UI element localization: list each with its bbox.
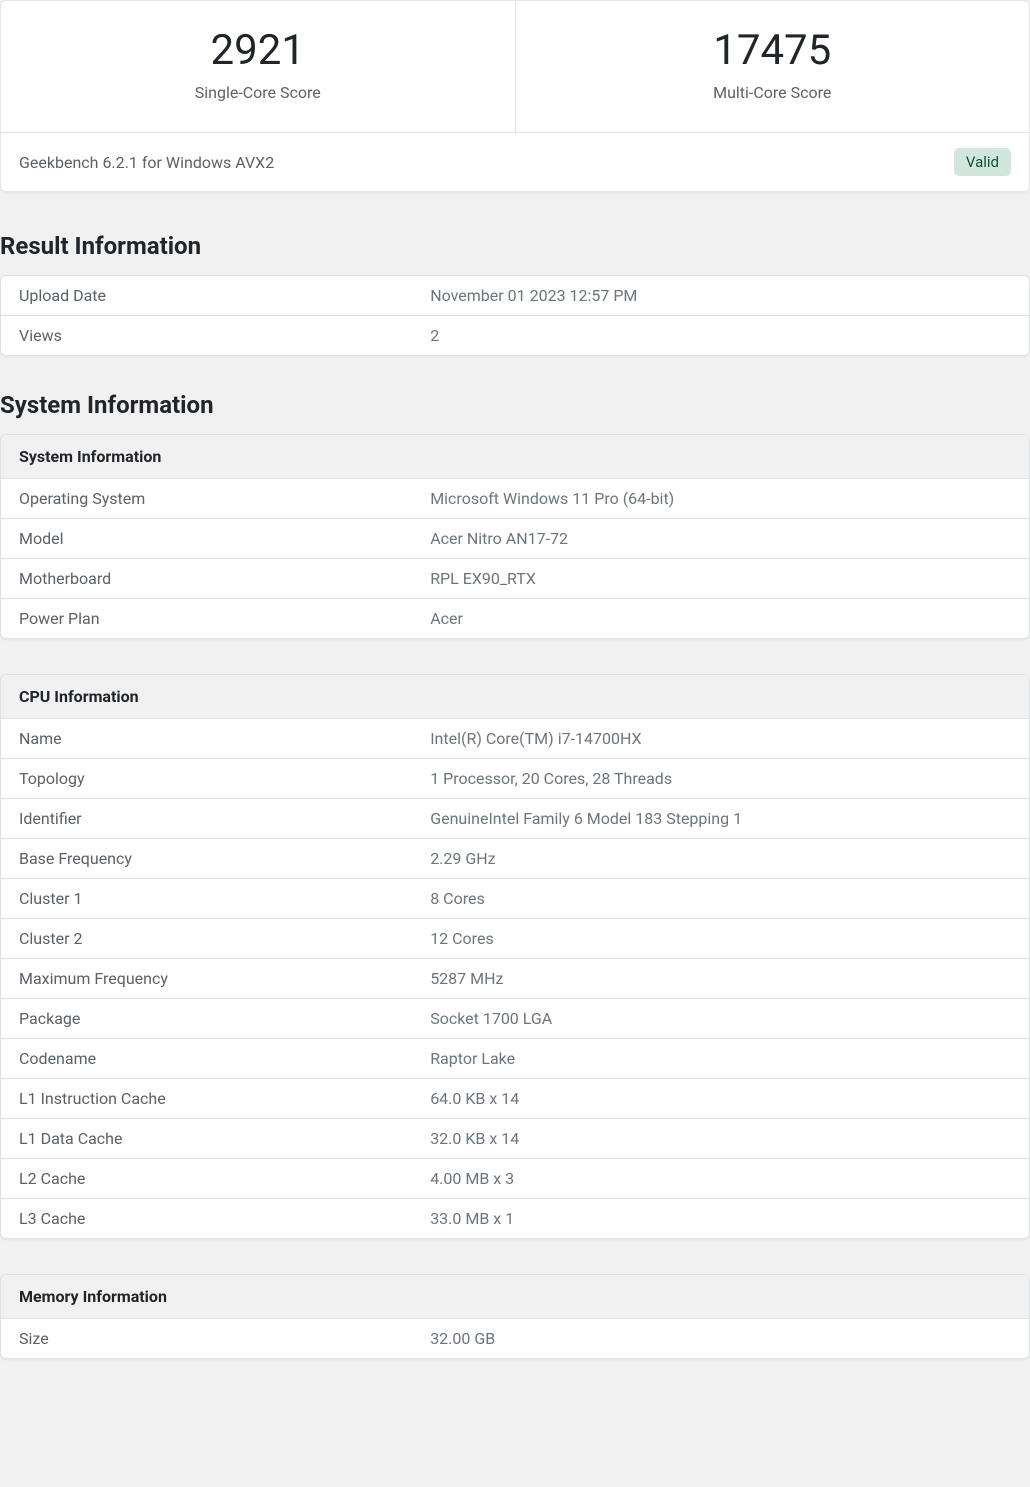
table-row: L1 Instruction Cache64.0 KB x 14	[1, 1079, 1029, 1119]
result-info-heading: Result Information	[0, 232, 1030, 260]
table-row: Size32.00 GB	[1, 1319, 1029, 1358]
row-value: RPL EX90_RTX	[412, 559, 1029, 599]
row-value: 2	[412, 316, 1029, 355]
row-key: L1 Data Cache	[1, 1119, 412, 1159]
table-row: ModelAcer Nitro AN17-72	[1, 519, 1029, 559]
row-value: 4.00 MB x 3	[412, 1159, 1029, 1199]
row-key: Views	[1, 316, 412, 355]
row-value: 2.29 GHz	[412, 839, 1029, 879]
table-row: IdentifierGenuineIntel Family 6 Model 18…	[1, 799, 1029, 839]
row-key: Identifier	[1, 799, 412, 839]
table-row: Views2	[1, 316, 1029, 355]
table-row: Cluster 212 Cores	[1, 919, 1029, 959]
version-text: Geekbench 6.2.1 for Windows AVX2	[19, 153, 274, 172]
row-value: 64.0 KB x 14	[412, 1079, 1029, 1119]
system-info-heading: System Information	[0, 391, 1030, 419]
cpu-info-body: NameIntel(R) Core(TM) i7-14700HXTopology…	[1, 719, 1029, 1238]
result-info-table: Upload DateNovember 01 2023 12:57 PMView…	[0, 275, 1030, 356]
row-value: Acer Nitro AN17-72	[412, 519, 1029, 559]
row-value: Raptor Lake	[412, 1039, 1029, 1079]
row-key: Size	[1, 1319, 412, 1358]
row-key: Motherboard	[1, 559, 412, 599]
row-value: Acer	[412, 599, 1029, 638]
table-row: L3 Cache33.0 MB x 1	[1, 1199, 1029, 1238]
row-value: 5287 MHz	[412, 959, 1029, 999]
row-key: Base Frequency	[1, 839, 412, 879]
row-value: Intel(R) Core(TM) i7-14700HX	[412, 719, 1029, 759]
system-info-body: Operating SystemMicrosoft Windows 11 Pro…	[1, 479, 1029, 638]
row-key: Topology	[1, 759, 412, 799]
table-row: MotherboardRPL EX90_RTX	[1, 559, 1029, 599]
table-row: L1 Data Cache32.0 KB x 14	[1, 1119, 1029, 1159]
row-key: Maximum Frequency	[1, 959, 412, 999]
valid-badge: Valid	[954, 148, 1011, 176]
row-value: November 01 2023 12:57 PM	[412, 276, 1029, 316]
table-row: Operating SystemMicrosoft Windows 11 Pro…	[1, 479, 1029, 519]
table-row: PackageSocket 1700 LGA	[1, 999, 1029, 1039]
row-value: Socket 1700 LGA	[412, 999, 1029, 1039]
row-key: Power Plan	[1, 599, 412, 638]
result-info-body: Upload DateNovember 01 2023 12:57 PMView…	[1, 276, 1029, 355]
row-value: Microsoft Windows 11 Pro (64-bit)	[412, 479, 1029, 519]
multi-core-score-box: 17475 Multi-Core Score	[516, 1, 1030, 132]
scores-container: 2921 Single-Core Score 17475 Multi-Core …	[0, 0, 1030, 133]
row-key: Package	[1, 999, 412, 1039]
row-key: L2 Cache	[1, 1159, 412, 1199]
cpu-info-header: CPU Information	[1, 675, 1029, 719]
single-core-score-label: Single-Core Score	[21, 83, 495, 102]
row-key: Model	[1, 519, 412, 559]
row-key: Operating System	[1, 479, 412, 519]
multi-core-score-label: Multi-Core Score	[536, 83, 1010, 102]
row-key: Name	[1, 719, 412, 759]
memory-info-table: Memory Information Size32.00 GB	[0, 1274, 1030, 1359]
table-row: L2 Cache4.00 MB x 3	[1, 1159, 1029, 1199]
cpu-info-table: CPU Information NameIntel(R) Core(TM) i7…	[0, 674, 1030, 1239]
row-value: GenuineIntel Family 6 Model 183 Stepping…	[412, 799, 1029, 839]
row-key: Codename	[1, 1039, 412, 1079]
single-core-score-value: 2921	[21, 26, 495, 75]
row-value: 32.00 GB	[412, 1319, 1029, 1358]
table-row: Base Frequency2.29 GHz	[1, 839, 1029, 879]
row-key: L3 Cache	[1, 1199, 412, 1238]
single-core-score-box: 2921 Single-Core Score	[1, 1, 516, 132]
table-row: Power PlanAcer	[1, 599, 1029, 638]
row-key: Cluster 2	[1, 919, 412, 959]
row-key: Cluster 1	[1, 879, 412, 919]
system-info-table: System Information Operating SystemMicro…	[0, 434, 1030, 639]
memory-info-header: Memory Information	[1, 1275, 1029, 1319]
system-info-header: System Information	[1, 435, 1029, 479]
row-value: 32.0 KB x 14	[412, 1119, 1029, 1159]
version-bar: Geekbench 6.2.1 for Windows AVX2 Valid	[0, 133, 1030, 192]
multi-core-score-value: 17475	[536, 26, 1010, 75]
table-row: Maximum Frequency5287 MHz	[1, 959, 1029, 999]
table-row: Upload DateNovember 01 2023 12:57 PM	[1, 276, 1029, 316]
row-key: L1 Instruction Cache	[1, 1079, 412, 1119]
row-key: Upload Date	[1, 276, 412, 316]
row-value: 12 Cores	[412, 919, 1029, 959]
table-row: Topology1 Processor, 20 Cores, 28 Thread…	[1, 759, 1029, 799]
table-row: NameIntel(R) Core(TM) i7-14700HX	[1, 719, 1029, 759]
table-row: Cluster 18 Cores	[1, 879, 1029, 919]
memory-info-body: Size32.00 GB	[1, 1319, 1029, 1358]
row-value: 8 Cores	[412, 879, 1029, 919]
row-value: 33.0 MB x 1	[412, 1199, 1029, 1238]
row-value: 1 Processor, 20 Cores, 28 Threads	[412, 759, 1029, 799]
table-row: CodenameRaptor Lake	[1, 1039, 1029, 1079]
